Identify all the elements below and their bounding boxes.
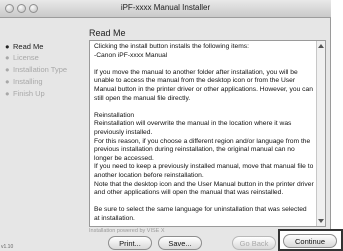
page-heading: Read Me (89, 28, 126, 38)
print-button[interactable]: Print... (108, 236, 152, 250)
step-bullet-icon: ● (5, 42, 10, 51)
save-button[interactable]: Save... (158, 236, 202, 250)
step-installing: ● Installing (5, 77, 43, 86)
installer-window: iPF-xxxx Manual Installer ● Read Me ● Lice… (0, 0, 331, 251)
step-bullet-icon: ● (5, 53, 10, 62)
step-license: ● License (5, 53, 39, 62)
step-bullet-icon: ● (5, 77, 10, 86)
step-bullet-icon: ● (5, 89, 10, 98)
readme-text: Clicking the install button installs the… (94, 43, 314, 222)
step-read-me: ● Read Me (5, 42, 44, 51)
title-bar: iPF-xxxx Manual Installer (0, 0, 331, 18)
scroll-down-arrow-icon[interactable] (318, 219, 324, 223)
continue-button[interactable]: Continue (283, 234, 337, 248)
step-bullet-icon: ● (5, 65, 10, 74)
window-title: iPF-xxxx Manual Installer (120, 3, 211, 12)
readme-text-area[interactable]: Clicking the install button installs the… (89, 40, 326, 227)
version-label: v1.10 (1, 244, 14, 250)
vertical-scrollbar[interactable] (316, 41, 325, 226)
step-finish-up: ● Finish Up (5, 89, 45, 98)
step-installation-type: ● Installation Type (5, 65, 68, 74)
scroll-up-arrow-icon[interactable] (318, 44, 324, 48)
powered-by-label: Installation powered by VISE X (89, 228, 165, 234)
go-back-button[interactable]: Go Back (232, 236, 276, 250)
steps-sidebar: ● Read Me ● License ● Installation Type ● In… (0, 18, 88, 251)
